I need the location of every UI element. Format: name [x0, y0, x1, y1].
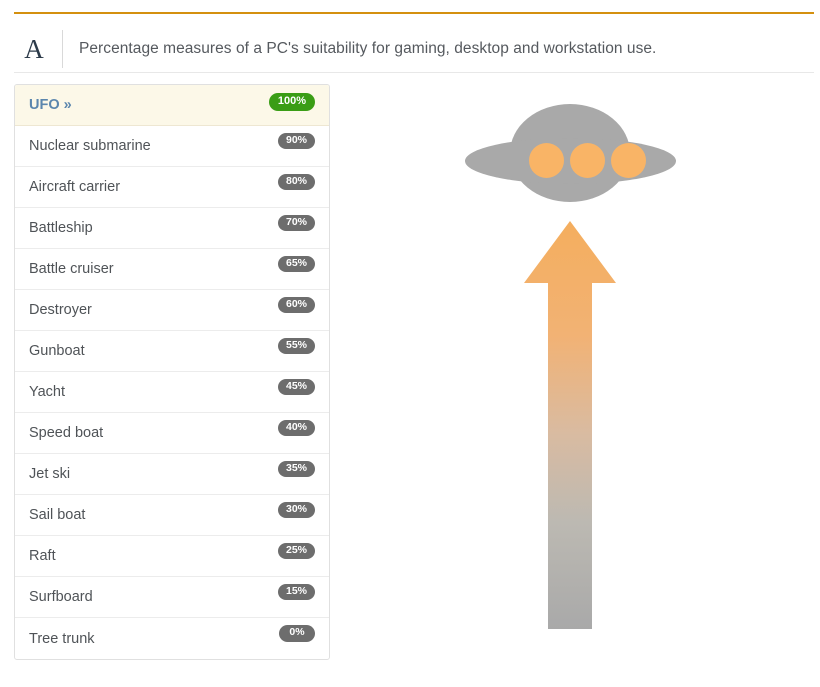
percentage-badge: 90% [277, 132, 315, 149]
top-accent-rule [14, 12, 814, 14]
percentage-badge: 100% [268, 92, 315, 112]
percentage-badge: 15% [277, 583, 315, 600]
list-item-label: Jet ski [29, 466, 71, 482]
percentage-badge: 40% [277, 419, 315, 436]
list-item-label: Surfboard [29, 589, 93, 605]
list-item-label: Aircraft carrier [29, 179, 121, 195]
list-item-label: Raft [29, 548, 56, 564]
ufo-light-icon [570, 143, 605, 178]
list-item-label: Speed boat [29, 425, 104, 441]
list-item-label: Tree trunk [29, 630, 95, 647]
illustration [440, 86, 700, 656]
percentage-badge: 80% [277, 173, 315, 190]
up-arrow-svg [524, 221, 616, 629]
percentage-badge: 25% [277, 542, 315, 559]
grade-mark: A [24, 33, 44, 64]
list-item-label: Battle cruiser [29, 261, 114, 277]
page-header: A Percentage measures of a PC's suitabil… [0, 26, 820, 72]
percentage-badge: 60% [277, 296, 315, 313]
list-item-label: Yacht [29, 384, 66, 400]
ranking-list: UFO » 100% Nuclear submarine 90% Aircraft ca… [14, 84, 330, 660]
list-item[interactable]: Battle cruiser 65% [15, 249, 329, 290]
list-item[interactable]: Aircraft carrier 80% [15, 167, 329, 208]
percentage-badge: 70% [277, 214, 315, 231]
ufo-icon [440, 86, 700, 216]
list-item-label: Sail boat [29, 507, 86, 523]
list-item[interactable]: Raft 25% [15, 536, 329, 577]
up-arrow-icon [440, 221, 700, 646]
list-item[interactable]: Tree trunk 0% [15, 618, 329, 659]
percentage-badge: 55% [277, 337, 315, 354]
list-item-label: Nuclear submarine [29, 138, 151, 154]
list-item[interactable]: Surfboard 15% [15, 577, 329, 618]
list-item-label: Battleship [29, 220, 93, 236]
list-item[interactable]: Sail boat 30% [15, 495, 329, 536]
percentage-badge: 30% [277, 501, 315, 518]
list-item[interactable]: Battleship 70% [15, 208, 329, 249]
percentage-badge: 0% [279, 625, 315, 642]
list-item[interactable]: Yacht 45% [15, 372, 329, 413]
ufo-light-icon [611, 143, 646, 178]
list-item[interactable]: Destroyer 60% [15, 290, 329, 331]
page-title: Percentage measures of a PC's suitabilit… [79, 40, 657, 57]
list-item[interactable]: UFO » 100% [15, 85, 329, 126]
list-item[interactable]: Jet ski 35% [15, 454, 329, 495]
list-item[interactable]: Nuclear submarine 90% [15, 126, 329, 167]
ufo-light-icon [529, 143, 564, 178]
list-item[interactable]: Speed boat 40% [15, 413, 329, 454]
percentage-badge: 65% [277, 255, 315, 272]
header-underline [14, 72, 814, 73]
up-arrow-shape [524, 221, 616, 629]
header-divider [62, 30, 63, 68]
percentage-badge: 35% [277, 460, 315, 477]
list-item-label: Destroyer [29, 302, 92, 318]
list-item-label: Gunboat [29, 343, 85, 359]
list-item[interactable]: Gunboat 55% [15, 331, 329, 372]
percentage-badge: 45% [277, 378, 315, 395]
list-item-label: UFO » [29, 97, 72, 113]
